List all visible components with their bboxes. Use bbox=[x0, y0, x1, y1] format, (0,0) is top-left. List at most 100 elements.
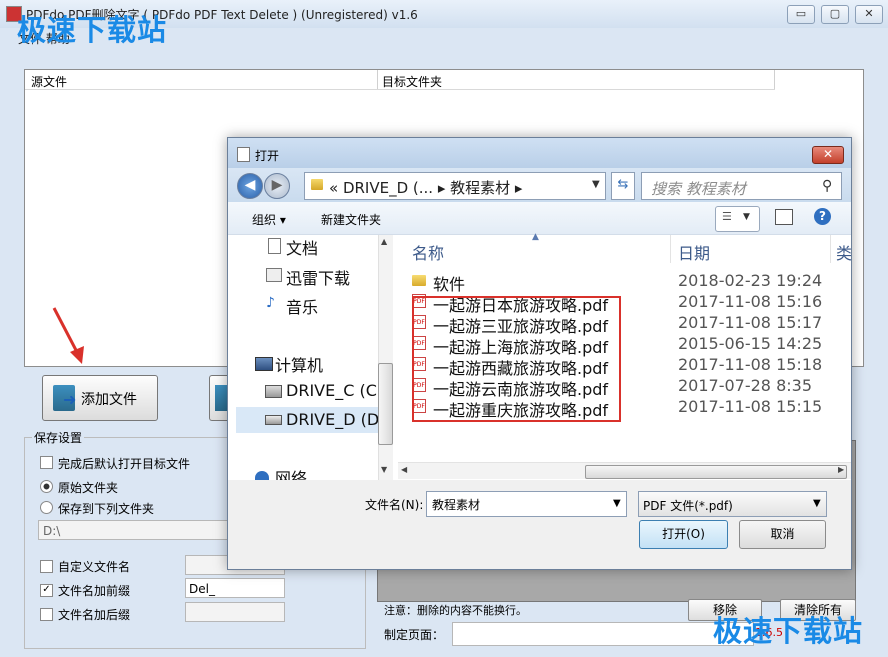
file-date: 2017-11-08 15:16 bbox=[678, 292, 823, 311]
open-after-checkbox[interactable] bbox=[40, 456, 53, 469]
add-prefix-label: 文件名加前缀 bbox=[58, 584, 131, 598]
preview-pane-button[interactable] bbox=[775, 209, 793, 225]
open-after-label: 完成后默认打开目标文件 bbox=[58, 457, 191, 471]
maximize-button[interactable]: ▢ bbox=[821, 5, 849, 24]
filename-label: 文件名(N): bbox=[365, 498, 424, 512]
minimize-button[interactable]: ▭ bbox=[787, 5, 815, 24]
document-icon bbox=[268, 238, 281, 254]
column-name[interactable]: 名称 bbox=[412, 240, 444, 264]
view-options-button[interactable]: ☰ ▼ bbox=[715, 206, 760, 232]
annotation-arrow bbox=[52, 307, 84, 364]
dialog-close-button[interactable]: ✕ bbox=[812, 146, 844, 164]
filetype-select[interactable]: PDF 文件(*.pdf) ▼ bbox=[638, 491, 827, 517]
filetype-value: PDF 文件(*.pdf) bbox=[643, 499, 733, 513]
open-file-dialog: 打开 ✕ ◀ ▶ « DRIVE_D (... ▸ 教程素材 ▸ ▼ ⇆ 搜索 … bbox=[227, 137, 852, 570]
watermark-logo: 极速下载站 bbox=[713, 614, 864, 648]
sort-up-icon: ▲ bbox=[532, 232, 539, 242]
column-target[interactable]: 目标文件夹 bbox=[382, 73, 442, 90]
search-icon: ⚲ bbox=[822, 178, 833, 194]
folder-icon bbox=[311, 179, 323, 190]
scroll-up-icon[interactable]: ▲ bbox=[381, 237, 387, 246]
file-list-header: 源文件 目标文件夹 bbox=[25, 70, 775, 90]
save-settings-title: 保存设置 bbox=[32, 429, 85, 446]
back-button[interactable]: ◀ bbox=[237, 173, 263, 199]
search-input[interactable]: 搜索 教程素材 ⚲ bbox=[641, 172, 842, 200]
navigation-pane: 文档 迅雷下载 ♪ 音乐 计算机 DRIVE_C (C DRIVE_D (D 网… bbox=[228, 235, 379, 480]
column-divider bbox=[670, 235, 671, 263]
nav-item-downloads[interactable]: 迅雷下载 bbox=[286, 265, 350, 289]
drive-icon bbox=[265, 385, 282, 398]
nav-item-documents[interactable]: 文档 bbox=[286, 235, 318, 259]
file-date: 2017-07-28 8:35 bbox=[678, 376, 812, 395]
column-source[interactable]: 源文件 bbox=[31, 73, 67, 90]
address-bar[interactable]: « DRIVE_D (... ▸ 教程素材 ▸ ▼ bbox=[304, 172, 606, 200]
suffix-input[interactable] bbox=[185, 602, 285, 622]
note-text: 注意：删除的内容不能换行。 bbox=[384, 604, 527, 617]
column-type[interactable]: 类 bbox=[836, 240, 852, 264]
file-date: 2017-11-08 15:17 bbox=[678, 313, 823, 332]
original-folder-label: 原始文件夹 bbox=[58, 481, 119, 495]
nav-scrollbar-thumb[interactable] bbox=[378, 363, 393, 445]
filename-input[interactable]: 教程素材 ▼ bbox=[426, 491, 627, 517]
file-pane-hscrollbar[interactable]: ◀ ▶ bbox=[398, 462, 851, 479]
add-folder-icon bbox=[215, 385, 227, 411]
add-suffix-checkbox[interactable] bbox=[40, 608, 53, 621]
file-date: 2017-11-08 15:15 bbox=[678, 397, 823, 416]
new-folder-button[interactable]: 新建文件夹 bbox=[321, 211, 381, 228]
custom-filename-label: 自定义文件名 bbox=[58, 560, 131, 574]
address-path[interactable]: « DRIVE_D (... ▸ 教程素材 ▸ bbox=[329, 177, 522, 198]
watermark-logo: 极速下载站 bbox=[17, 13, 168, 47]
file-date: 2018-02-23 19:24 bbox=[678, 271, 823, 290]
chevron-down-icon[interactable]: ▼ bbox=[813, 498, 821, 509]
scroll-right-icon[interactable]: ▶ bbox=[838, 465, 844, 474]
dialog-icon bbox=[237, 147, 250, 162]
path-input[interactable]: D:\ bbox=[38, 520, 228, 540]
page-input[interactable] bbox=[452, 622, 754, 646]
refresh-button[interactable]: ⇆ bbox=[611, 172, 635, 200]
download-icon bbox=[266, 268, 282, 282]
page-label: 制定页面： bbox=[384, 628, 445, 642]
chevron-down-icon[interactable]: ▼ bbox=[592, 179, 600, 190]
scroll-down-icon[interactable]: ▼ bbox=[381, 465, 387, 474]
network-icon bbox=[255, 471, 269, 480]
navigation-row: ◀ ▶ « DRIVE_D (... ▸ 教程素材 ▸ ▼ ⇆ 搜索 教程素材 … bbox=[228, 168, 851, 202]
original-folder-radio[interactable] bbox=[40, 480, 53, 493]
nav-item-drive-c[interactable]: DRIVE_C (C bbox=[286, 381, 377, 400]
prefix-input[interactable]: Del_ bbox=[185, 578, 285, 598]
dialog-title: 打开 bbox=[255, 149, 280, 163]
add-suffix-label: 文件名加后缀 bbox=[58, 608, 131, 622]
save-to-folder-label: 保存到下列文件夹 bbox=[58, 502, 155, 516]
cancel-button[interactable]: 取消 bbox=[739, 520, 826, 549]
dialog-bottom: 文件名(N): 教程素材 ▼ PDF 文件(*.pdf) ▼ 打开(O) 取消 bbox=[228, 480, 851, 569]
organize-button[interactable]: 组织 ▾ bbox=[252, 211, 286, 228]
column-date[interactable]: 日期 bbox=[678, 240, 710, 264]
drive-icon bbox=[265, 415, 282, 425]
save-to-folder-radio[interactable] bbox=[40, 501, 53, 514]
hscrollbar-thumb[interactable] bbox=[585, 465, 847, 479]
arrow-icon: ➜ bbox=[63, 390, 77, 409]
view-list-icon: ☰ bbox=[722, 210, 732, 223]
forward-button[interactable]: ▶ bbox=[264, 173, 290, 199]
add-prefix-checkbox[interactable]: ✓ bbox=[40, 584, 53, 597]
nav-item-computer[interactable]: 计算机 bbox=[275, 352, 323, 376]
nav-item-music[interactable]: 音乐 bbox=[286, 294, 318, 318]
chevron-down-icon[interactable]: ▼ bbox=[613, 498, 621, 509]
file-date: 2015-06-15 14:25 bbox=[678, 334, 823, 353]
close-button[interactable]: ✕ bbox=[855, 5, 883, 24]
nav-item-network[interactable]: 网络 bbox=[275, 465, 307, 480]
chevron-down-icon: ▼ bbox=[743, 212, 750, 222]
music-icon: ♪ bbox=[266, 295, 275, 311]
custom-filename-checkbox[interactable] bbox=[40, 560, 53, 573]
computer-icon bbox=[255, 357, 273, 371]
annotation-highlight-box bbox=[412, 296, 621, 422]
open-button[interactable]: 打开(O) bbox=[639, 520, 728, 549]
dialog-titlebar: 打开 ✕ bbox=[228, 138, 851, 168]
folder-icon bbox=[412, 275, 426, 286]
scroll-left-icon[interactable]: ◀ bbox=[401, 465, 407, 474]
help-icon[interactable]: ? bbox=[814, 208, 831, 225]
nav-item-drive-d[interactable]: DRIVE_D (D bbox=[286, 410, 379, 429]
add-file-button[interactable]: ➜ 添加文件 bbox=[42, 375, 158, 421]
filename-value: 教程素材 bbox=[432, 498, 481, 512]
column-divider bbox=[830, 235, 831, 263]
file-date: 2017-11-08 15:18 bbox=[678, 355, 823, 374]
